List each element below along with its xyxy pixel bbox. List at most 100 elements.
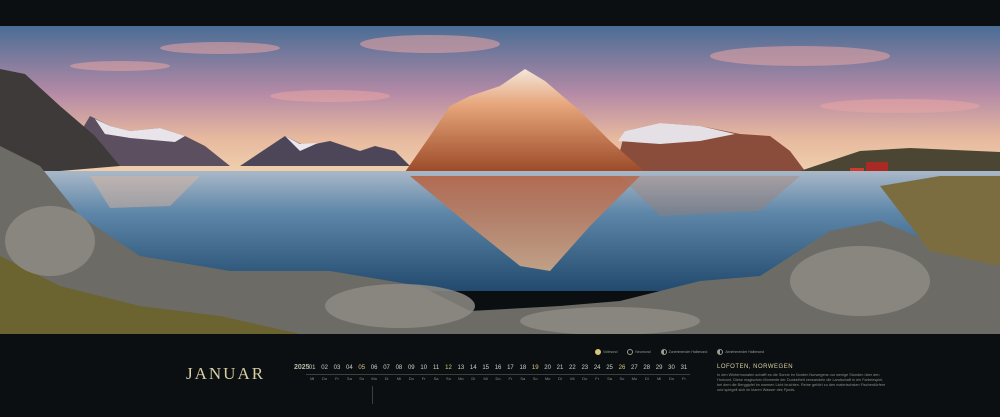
day-number: 16 — [494, 365, 502, 371]
day-cell: 02 Do — [318, 364, 331, 382]
weekday-label: Do — [491, 374, 505, 382]
location-caption: LOFOTEN, NORWEGEN In den Wintermonaten s… — [717, 364, 887, 393]
day-cell: 27 Mo — [628, 364, 641, 382]
day-cell: 24 Fr — [590, 364, 604, 382]
weekday-label: Do — [578, 374, 591, 382]
day-number: 12 — [445, 365, 452, 371]
weekday-label: Fr — [330, 374, 344, 382]
weekday-label: Di — [380, 374, 393, 382]
week-marker — [372, 386, 377, 404]
weekday-label: Fr — [677, 374, 691, 382]
weekday-label: Di — [640, 374, 653, 382]
day-number: 31 — [680, 365, 688, 371]
day-number: 05 — [358, 365, 366, 371]
weekday-label: Fr — [590, 374, 604, 382]
weekday-label: Mi — [392, 374, 406, 382]
day-cell: 01 Mi — [306, 364, 319, 382]
day-number: 07 — [383, 365, 390, 371]
day-cell: 14 Di — [467, 364, 480, 382]
day-number: 24 — [593, 365, 601, 371]
day-number: 23 — [581, 365, 589, 371]
weekday-label: Di — [467, 374, 480, 382]
day-cell: 23 Do — [578, 364, 591, 382]
calendar-strip: Vollmond Neumond Zunehmender Halbmond Ab… — [0, 334, 1000, 417]
day-cell: 09 Do — [405, 364, 418, 382]
weekday-label: Mi — [479, 374, 492, 382]
day-number: 15 — [482, 365, 489, 371]
day-number: 29 — [655, 365, 663, 371]
legend-full-moon: Vollmond — [595, 349, 617, 355]
day-cell: 31 Fr — [677, 364, 691, 382]
day-cell: 06 Mo — [367, 364, 381, 382]
weekday-label: Sa — [516, 374, 530, 382]
day-cell: 17 Fr — [504, 364, 517, 382]
day-number: 19 — [531, 365, 539, 371]
weekday-label: Do — [405, 374, 418, 382]
day-number: 26 — [618, 365, 626, 371]
weekday-label: So — [615, 374, 629, 382]
full-moon-icon — [595, 349, 601, 355]
day-number: 09 — [407, 365, 415, 371]
day-cell: 10 Fr — [417, 364, 430, 382]
day-number: 03 — [333, 365, 341, 371]
day-number: 13 — [457, 365, 465, 371]
weekday-label: Do — [318, 374, 331, 382]
waxing-moon-icon — [660, 349, 667, 355]
fjord-illustration — [0, 26, 1000, 334]
moon-phase-legend: Vollmond Neumond Zunehmender Halbmond Ab… — [595, 349, 764, 355]
day-cell: 28 Di — [640, 364, 653, 382]
day-cell: 13 Mo — [454, 364, 468, 382]
day-cell: 26 So — [615, 364, 629, 382]
weekday-label: Di — [553, 374, 567, 382]
weekday-label: Mi — [652, 374, 666, 382]
weekday-label: Mo — [541, 374, 554, 382]
day-number: 27 — [631, 365, 638, 371]
day-cell: 21 Di — [553, 364, 567, 382]
day-number: 01 — [308, 365, 316, 371]
year-label: 2025 — [294, 364, 310, 371]
day-cell: 05 So — [355, 364, 368, 382]
day-cell: 08 Mi — [392, 364, 406, 382]
day-number: 08 — [395, 365, 403, 371]
day-cell: 20 Mo — [541, 364, 554, 382]
weekday-label: Sa — [603, 374, 616, 382]
day-cell: 30 Do — [665, 364, 678, 382]
day-number: 18 — [519, 365, 527, 371]
month-title: JANUAR — [186, 364, 266, 383]
location-title: LOFOTEN, NORWEGEN — [717, 364, 794, 370]
weekday-label: Mi — [306, 374, 319, 382]
legend-waning-moon: Abnehmender Halbmond — [717, 349, 764, 355]
day-cell: 15 Mi — [479, 364, 492, 382]
day-cell: 07 Di — [380, 364, 393, 382]
waning-moon-icon — [717, 349, 724, 355]
weekday-label: Mo — [454, 374, 468, 382]
day-number: 11 — [432, 365, 440, 371]
weekday-label: Do — [665, 374, 678, 382]
weekday-label: So — [355, 374, 368, 382]
day-cell: 19 So — [529, 364, 542, 382]
day-row: 01 Mi 02 Do 03 Fr 04 Sa 05 So 06 Mo 07 Di 08 Mi 09 Do 10 Fr… — [306, 364, 691, 382]
day-cell: 18 Sa — [516, 364, 530, 382]
day-cell: 29 Mi — [652, 364, 666, 382]
weekday-label: Fr — [417, 374, 430, 382]
weekday-label: Mo — [367, 374, 381, 382]
day-cell: 25 Sa — [603, 364, 616, 382]
day-cell: 22 Mi — [566, 364, 579, 382]
day-number: 21 — [556, 365, 564, 371]
weekday-label: So — [442, 374, 455, 382]
day-cell: 11 Sa — [429, 364, 443, 382]
day-number: 25 — [606, 365, 613, 371]
weekday-label: Sa — [429, 374, 443, 382]
day-cell: 04 Sa — [343, 364, 356, 382]
day-cell: 03 Fr — [330, 364, 344, 382]
day-number: 17 — [507, 365, 514, 371]
day-number: 30 — [668, 365, 675, 371]
day-number: 10 — [420, 365, 428, 371]
calendar-page: Vollmond Neumond Zunehmender Halbmond Ab… — [0, 0, 1000, 417]
weekday-label: Mi — [566, 374, 579, 382]
day-cell: 12 So — [442, 364, 455, 382]
new-moon-icon — [627, 349, 634, 355]
day-cell: 16 Do — [491, 364, 505, 382]
day-number: 28 — [643, 365, 651, 371]
day-number: 02 — [321, 365, 328, 371]
